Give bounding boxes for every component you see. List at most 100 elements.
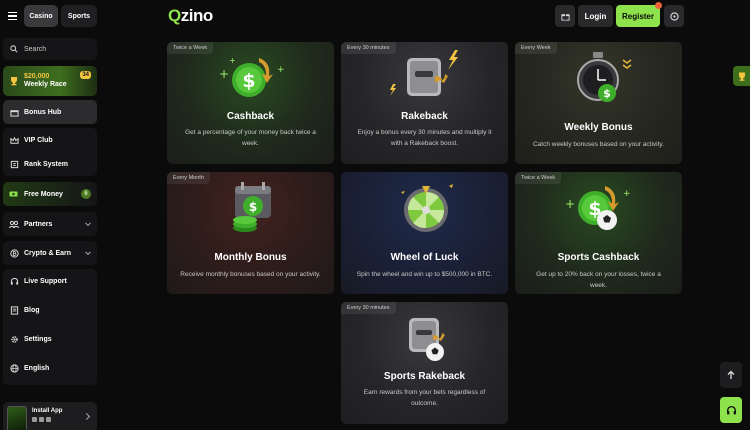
svg-text:+: +	[219, 67, 229, 81]
bonus-card-sports-rakeback[interactable]: Every 30 minutes Sports Rakeback Earn re…	[341, 302, 508, 424]
menu-icon[interactable]	[8, 12, 17, 21]
race-badge: 34	[80, 71, 91, 79]
scroll-to-top-button[interactable]	[720, 362, 742, 388]
search-input[interactable]: Search	[3, 38, 97, 60]
sidebar-item-label: Blog	[24, 306, 40, 314]
svg-text:+: +	[229, 56, 236, 65]
monthly-bonus-illustration: $	[233, 182, 271, 232]
sidebar-item-label: Settings	[24, 335, 52, 343]
card-title: Cashback	[226, 111, 275, 122]
blog-icon	[9, 305, 19, 315]
card-description: Spin the wheel and win up to $500,000 in…	[356, 271, 493, 278]
logo[interactable]: Qzino	[168, 6, 213, 26]
sidebar: Search $20,000 Weekly Race 34 Bonus Hub V…	[0, 36, 100, 430]
install-app-banner[interactable]: Install App	[3, 402, 97, 430]
trophy-icon	[9, 76, 19, 86]
chat-icon	[669, 11, 679, 21]
svg-text:+: +	[623, 189, 631, 199]
svg-text:$: $	[603, 87, 611, 100]
card-description: Catch weekly bonuses based on your activ…	[532, 141, 665, 148]
platform-icons	[32, 417, 51, 422]
sidebar-item-label: English	[24, 364, 50, 372]
sidebar-item-rank-system[interactable]: Rank System	[3, 152, 97, 176]
sidebar-item-label: Free Money	[24, 190, 63, 198]
sidebar-item-label: VIP Club	[24, 136, 53, 144]
sidebar-item-blog[interactable]: Blog	[3, 298, 97, 322]
register-button[interactable]: Register	[616, 2, 662, 27]
notification-dot	[655, 2, 662, 9]
android-icon	[39, 417, 44, 422]
bonus-card-monthly-bonus[interactable]: Every Month $ Monthly Bonus Receive mont…	[167, 172, 334, 294]
sports-cashback-illustration: $ + +	[565, 186, 631, 230]
apple-icon	[32, 417, 37, 422]
free-money-badge: 6	[81, 189, 91, 199]
card-title: Sports Rakeback	[383, 371, 466, 382]
search-placeholder: Search	[24, 45, 47, 53]
card-description: Get up to 20% back on your losses, twice…	[536, 271, 661, 289]
arrow-up-icon	[727, 370, 735, 379]
headset-icon	[9, 276, 19, 286]
race-trophy-button[interactable]	[733, 66, 750, 86]
card-frequency-tag: Every Week	[515, 42, 557, 54]
rakeback-illustration	[390, 50, 458, 96]
live-support-button[interactable]	[720, 397, 742, 423]
sidebar-item-label: Bonus Hub	[24, 108, 62, 116]
card-frequency-tag: Every Month	[167, 172, 210, 184]
headset-icon	[726, 405, 736, 414]
tab-casino[interactable]: Casino	[24, 5, 58, 27]
register-label: Register	[621, 11, 654, 21]
svg-text:₿: ₿	[12, 250, 17, 257]
sidebar-item-bonus-hub[interactable]: Bonus Hub	[3, 100, 97, 124]
bonus-card-wheel-of-luck[interactable]: Wheel of Luck Spin the wheel and win up …	[341, 172, 508, 294]
crown-icon	[9, 135, 19, 145]
gear-icon	[9, 334, 19, 344]
race-label: Weekly Race	[24, 81, 67, 88]
weekly-bonus-illustration: $	[577, 52, 632, 102]
bonus-card-rakeback[interactable]: Every 30 minutes Rakeback Enjoy a bonus …	[341, 42, 508, 164]
crypto-icon: ₿	[9, 248, 19, 258]
svg-text:$: $	[242, 70, 255, 92]
card-title: Weekly Bonus	[564, 122, 633, 133]
card-frequency-tag: Every 30 minutes	[341, 302, 396, 314]
search-icon	[9, 44, 19, 54]
gift-button[interactable]	[555, 5, 575, 27]
card-title: Wheel of Luck	[390, 252, 459, 263]
sidebar-item-vip-club[interactable]: VIP Club	[3, 128, 97, 152]
card-description: Receive monthly bonuses based on your ac…	[180, 271, 321, 278]
card-title: Rakeback	[401, 111, 448, 122]
bonus-card-sports-cashback[interactable]: Twice a Week $ + + Sports Cashback Get u…	[515, 172, 682, 294]
svg-text:+: +	[277, 65, 285, 75]
race-amount: $20,000	[24, 73, 50, 80]
weekly-race-banner[interactable]: $20,000 Weekly Race 34	[3, 66, 97, 96]
sidebar-item-language[interactable]: English	[3, 356, 97, 380]
wheel-illustration	[401, 184, 453, 232]
chevron-right-icon	[82, 412, 91, 421]
money-icon	[9, 189, 19, 199]
cashback-illustration: $ + + +	[219, 56, 285, 97]
sidebar-item-free-money[interactable]: Free Money 6	[3, 182, 97, 206]
phone-image	[7, 406, 27, 430]
chevron-down-icon	[85, 249, 91, 256]
svg-text:+: +	[565, 197, 575, 211]
globe-icon	[9, 363, 19, 373]
svg-text:$: $	[249, 200, 257, 214]
card-title: Sports Cashback	[557, 252, 640, 263]
gift-icon	[560, 13, 570, 21]
chat-button[interactable]	[664, 5, 684, 27]
card-title: Monthly Bonus	[214, 252, 287, 263]
sidebar-item-settings[interactable]: Settings	[3, 327, 97, 351]
sidebar-item-label: Crypto & Earn	[24, 249, 72, 257]
login-button[interactable]: Login	[578, 5, 613, 27]
partners-icon	[9, 219, 19, 229]
sidebar-item-live-support[interactable]: Live Support	[3, 269, 97, 293]
windows-icon	[46, 417, 51, 422]
bonus-card-cashback[interactable]: Twice a Week $ + + + Cashback Get a perc…	[167, 42, 334, 164]
bonus-card-weekly-bonus[interactable]: Every Week $ Weekly Bonus Catch weekly b…	[515, 42, 682, 164]
card-frequency-tag: Twice a Week	[167, 42, 214, 54]
sidebar-item-crypto-earn[interactable]: ₿ Crypto & Earn	[3, 241, 97, 265]
sidebar-item-label: Partners	[24, 220, 53, 228]
sports-rakeback-illustration	[409, 318, 445, 361]
sidebar-item-partners[interactable]: Partners	[3, 212, 97, 236]
sidebar-group-misc: Live Support Blog Settings English	[3, 269, 97, 385]
tab-sports[interactable]: Sports	[61, 5, 97, 27]
